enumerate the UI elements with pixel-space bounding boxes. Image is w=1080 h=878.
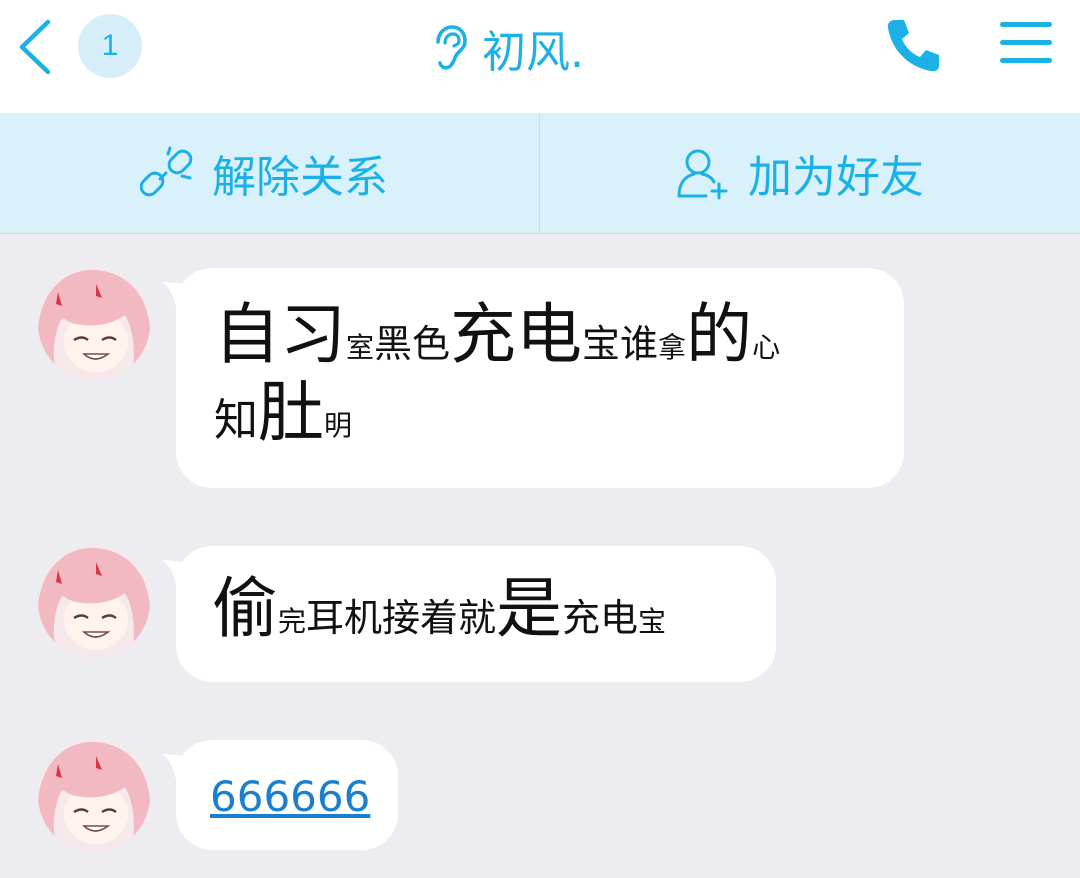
message-segment: 宝 — [638, 605, 667, 638]
message-segment: 充电 — [562, 596, 639, 640]
message-segment: 耳机接着就 — [306, 596, 497, 640]
avatar-image — [38, 740, 150, 852]
message-text: 自习室黑色充电宝谁拿的心知肚明 — [214, 296, 894, 452]
chat-header: 1 初风. — [0, 0, 1080, 113]
message-link[interactable]: 666666 — [210, 772, 370, 821]
avatar-image — [38, 268, 150, 380]
chat-title-wrap[interactable]: 初风. — [430, 18, 584, 78]
bubble-tail — [162, 282, 192, 308]
sender-avatar[interactable] — [38, 268, 150, 380]
message-segment: 室 — [346, 331, 375, 364]
chat-title: 初风. — [482, 27, 584, 78]
phone-icon[interactable] — [884, 16, 944, 74]
action-divider — [539, 113, 540, 233]
message-segment: 知 — [214, 394, 258, 446]
broken-link-icon — [140, 146, 193, 197]
message-bubble[interactable]: 666666 — [176, 740, 398, 850]
unfriend-button[interactable]: 解除关系 — [140, 113, 388, 233]
message-segment: 肚 — [258, 373, 324, 451]
message-segment: 是 — [496, 570, 563, 647]
bubble-tail — [162, 560, 192, 586]
unread-count-badge[interactable]: 1 — [78, 14, 142, 78]
add-friend-button[interactable]: 加为好友 — [676, 113, 924, 233]
message-bubble[interactable]: 自习室黑色充电宝谁拿的心知肚明 — [176, 268, 904, 488]
ear-icon[interactable] — [430, 24, 468, 72]
message-text: 偷完耳机接着就是充电宝 — [212, 570, 772, 648]
message-segment: 的 — [686, 296, 753, 373]
message-segment: 明 — [324, 408, 353, 442]
unfriend-label: 解除关系 — [212, 152, 388, 203]
message-segment: 拿 — [658, 331, 687, 364]
message-segment: 完 — [278, 605, 307, 638]
chevron-left-icon[interactable] — [14, 18, 56, 76]
hamburger-menu-icon[interactable] — [1000, 20, 1052, 66]
message-segment: 自习 — [214, 296, 346, 373]
sender-avatar[interactable] — [38, 740, 150, 852]
message-segment: 偷 — [212, 570, 278, 647]
add-friend-label: 加为好友 — [748, 152, 924, 203]
message-bubble[interactable]: 偷完耳机接着就是充电宝 — [176, 546, 776, 682]
add-user-icon — [677, 149, 728, 200]
message-segment: 黑色 — [374, 322, 451, 366]
message-segment: 充电 — [450, 296, 583, 373]
message-segment: 宝谁 — [582, 322, 659, 366]
sender-avatar[interactable] — [38, 546, 150, 658]
bubble-tail — [162, 754, 192, 780]
message-segment: 心 — [752, 331, 781, 364]
avatar-image — [38, 546, 150, 658]
relationship-action-bar: 解除关系 加为好友 — [0, 113, 1080, 234]
